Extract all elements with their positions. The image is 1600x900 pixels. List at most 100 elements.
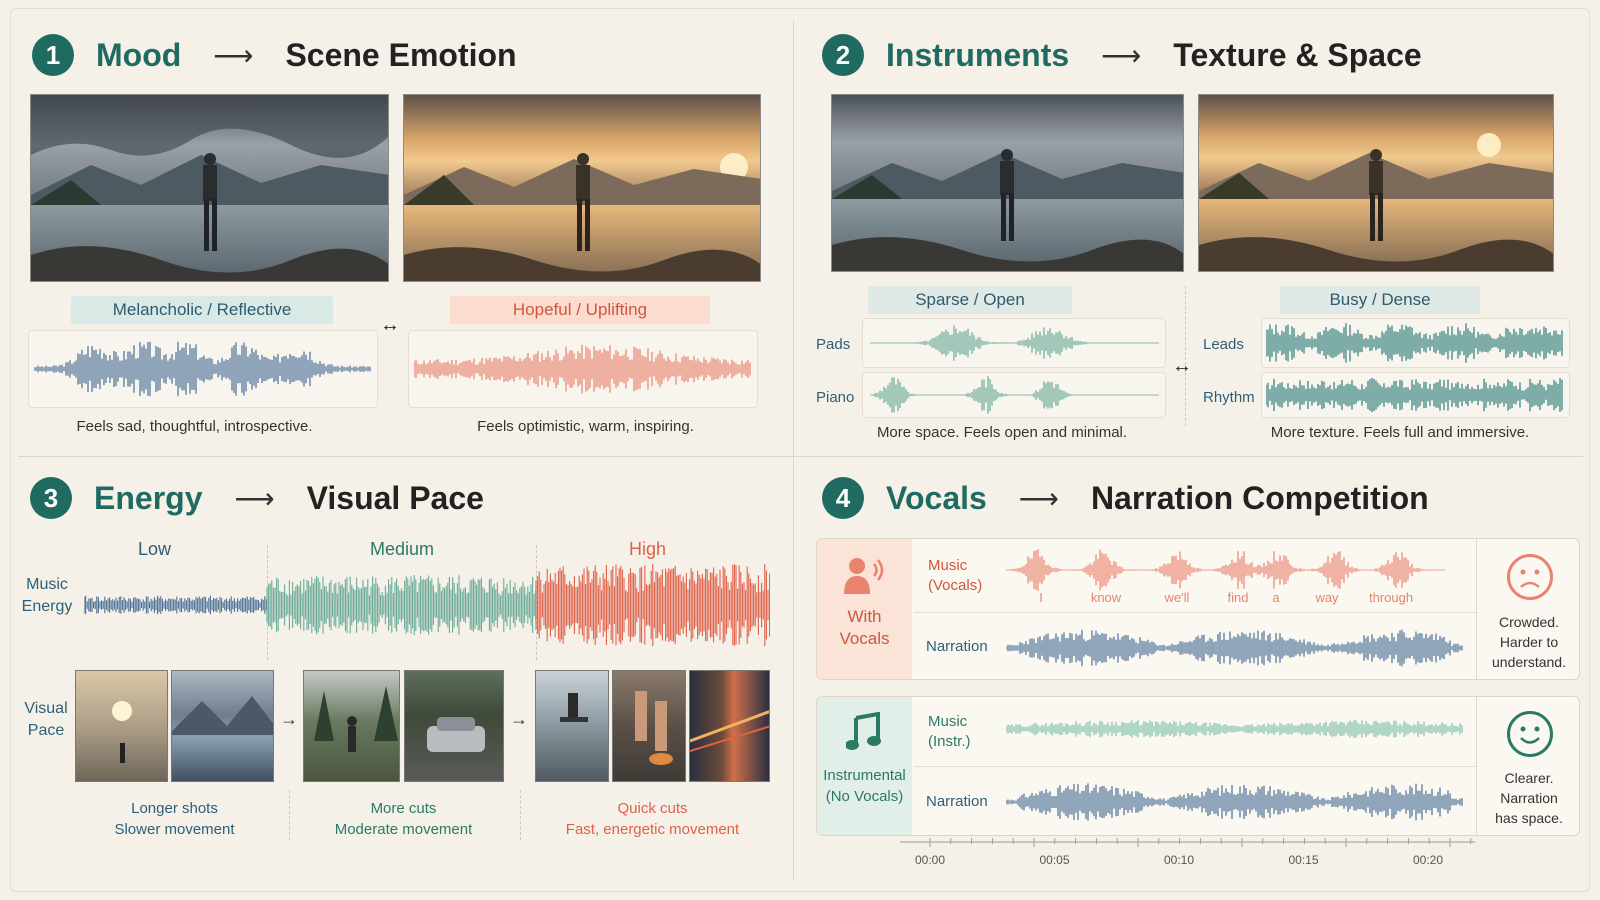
hopeful-caption: Feels optimistic, warm, inspiring. xyxy=(477,418,694,435)
timeline-tick-label: 00:05 xyxy=(1039,853,1069,867)
pace-caption-divider-1 xyxy=(289,790,290,840)
instruments-arrow-icon: ⟶ xyxy=(1101,39,1142,71)
timeline-tick-label: 00:00 xyxy=(915,853,945,867)
instrumental-row-divider xyxy=(914,766,1476,767)
energy-zone-3 xyxy=(535,563,770,647)
dense-lake-photo xyxy=(1198,94,1554,272)
dense-caption: More texture. Feels full and immersive. xyxy=(1270,424,1530,441)
high-shot-2 xyxy=(612,670,686,782)
dense-label: Busy / Dense xyxy=(1280,286,1480,314)
vocals-music-waveform xyxy=(1006,549,1445,591)
music-vocals-label-line-2: (Vocals) xyxy=(928,577,983,594)
medium-pace-caption-line-1: More cuts xyxy=(370,800,437,817)
with-vocals-label: With Vocals xyxy=(817,606,912,650)
instrumental-verdict-line-2: Narration xyxy=(1500,790,1558,806)
mood-header: 1 Mood ⟶ Scene Emotion xyxy=(32,33,517,77)
vocals-arrow-icon: ⟶ xyxy=(1018,482,1059,514)
music-energy-row-label: Music Energy xyxy=(21,576,73,615)
energy-medium-label: Medium xyxy=(370,539,435,559)
sparse-lake-photo xyxy=(831,94,1184,272)
high-shot-1 xyxy=(535,670,609,782)
hopeful-waveform xyxy=(414,344,751,394)
high-pace-caption-line-2: Fast, energetic movement xyxy=(565,821,740,838)
music-instr-label-line-1: Music xyxy=(928,713,968,730)
instruments-title: Instruments xyxy=(886,36,1070,73)
instrumental-verdict-divider xyxy=(1476,697,1477,835)
mood-subtitle: Scene Emotion xyxy=(285,36,517,73)
lyric-word: know xyxy=(1090,590,1122,605)
instrumental-verdict-line-1: Clearer. xyxy=(1504,770,1554,786)
pads-waveform xyxy=(870,325,1159,361)
instruments-number-badge: 2 xyxy=(822,34,864,76)
energy-header: 3 Energy ⟶ Visual Pace xyxy=(30,476,484,520)
vocals-number-badge: 4 xyxy=(822,477,864,519)
happy-face-icon xyxy=(1507,711,1553,757)
instrumental-verdict-line-3: has space. xyxy=(1495,810,1563,826)
high-shot-3 xyxy=(689,670,770,782)
instrumental-label: Instrumental (No Vocals) xyxy=(817,765,912,807)
instrumental-verdict: Clearer. Narration has space. xyxy=(1480,768,1578,828)
medium-pace-caption: More cuts Moderate movement xyxy=(303,798,504,840)
instruments-header: 2 Instruments ⟶ Texture & Space xyxy=(822,33,1422,77)
with-narration-label: Narration xyxy=(926,638,988,655)
timeline-tick-label: 00:10 xyxy=(1164,853,1194,867)
instrumental-label-line-2: (No Vocals) xyxy=(825,788,904,805)
hopeful-lake-photo xyxy=(403,94,761,282)
lyric-word: a xyxy=(1272,590,1280,605)
music-instr-label: Music (Instr.) xyxy=(928,712,971,752)
instrumental-narration-waveform xyxy=(1006,783,1463,821)
pace-arrow-icon-1: → xyxy=(280,709,298,729)
melancholic-caption: Feels sad, thoughtful, introspective. xyxy=(76,418,313,435)
with-vocals-label-line-1: With xyxy=(847,607,882,626)
with-vocals-row-divider xyxy=(914,612,1476,613)
instruments-compare-arrow-icon: ↔ xyxy=(1172,355,1192,377)
singer-icon xyxy=(844,558,884,594)
lyric-word: we'll xyxy=(1164,590,1190,605)
vocals-title: Vocals xyxy=(886,479,987,516)
with-vocals-verdict: Crowded. Harder to understand. xyxy=(1480,612,1578,672)
lyric-word: find xyxy=(1227,590,1249,605)
energy-zone-1 xyxy=(84,595,267,615)
medium-pace-caption-line-2: Moderate movement xyxy=(334,821,473,838)
with-vocals-label-line-2: Vocals xyxy=(839,629,890,648)
instrumental-narration-label: Narration xyxy=(926,793,988,810)
piano-waveform xyxy=(870,376,1159,414)
w-vocals-bars xyxy=(1006,549,1445,591)
music-vocals-label-line-1: Music xyxy=(928,557,968,574)
sparse-caption: More space. Feels open and minimal. xyxy=(876,424,1128,441)
energy-title: Energy xyxy=(94,479,203,516)
low-pace-caption: Longer shots Slower movement xyxy=(75,798,274,840)
rhythm-label: Rhythm xyxy=(1203,389,1255,406)
medium-shot-1 xyxy=(303,670,400,782)
medium-shot-2 xyxy=(404,670,504,782)
with-vocals-narration-waveform xyxy=(1006,629,1463,667)
energy-number-badge: 3 xyxy=(30,477,72,519)
w-instr-bars xyxy=(1006,720,1463,738)
piano-label: Piano xyxy=(816,389,855,406)
with-vocals-verdict-divider xyxy=(1476,539,1477,679)
energy-low-label: Low xyxy=(138,539,172,559)
w-mood-right-bars xyxy=(414,344,751,394)
sparse-label: Sparse / Open xyxy=(868,286,1072,314)
with-vocals-verdict-line-1: Crowded. xyxy=(1499,614,1559,630)
vocals-subtitle: Narration Competition xyxy=(1090,479,1429,516)
low-shot-2 xyxy=(171,670,274,782)
leads-waveform xyxy=(1266,323,1563,363)
timeline-tick-label: 00:20 xyxy=(1413,853,1443,867)
timeline-axis: 00:00 00:05 00:10 00:15 00:20 xyxy=(900,838,1475,867)
high-pace-caption-line-1: Quick cuts xyxy=(617,800,688,817)
mood-arrow-icon: ⟶ xyxy=(213,39,254,71)
w-piano-bars xyxy=(870,376,1159,414)
low-pace-caption-line-2: Slower movement xyxy=(114,821,235,838)
visual-pace-row-label: Visual Pace xyxy=(24,700,68,739)
music-vocals-label: Music (Vocals) xyxy=(928,556,982,596)
music-energy-waveform xyxy=(84,563,770,647)
w-narr2-bars xyxy=(1006,783,1463,821)
w-mood-left-bars xyxy=(34,341,371,397)
leads-label: Leads xyxy=(1203,336,1244,353)
vertical-divider xyxy=(793,20,794,880)
with-vocals-verdict-line-2: Harder to xyxy=(1499,634,1559,650)
mood-compare-arrow-icon: ↔ xyxy=(380,314,400,336)
pads-label: Pads xyxy=(816,336,851,353)
w-pads-bars xyxy=(870,325,1159,361)
